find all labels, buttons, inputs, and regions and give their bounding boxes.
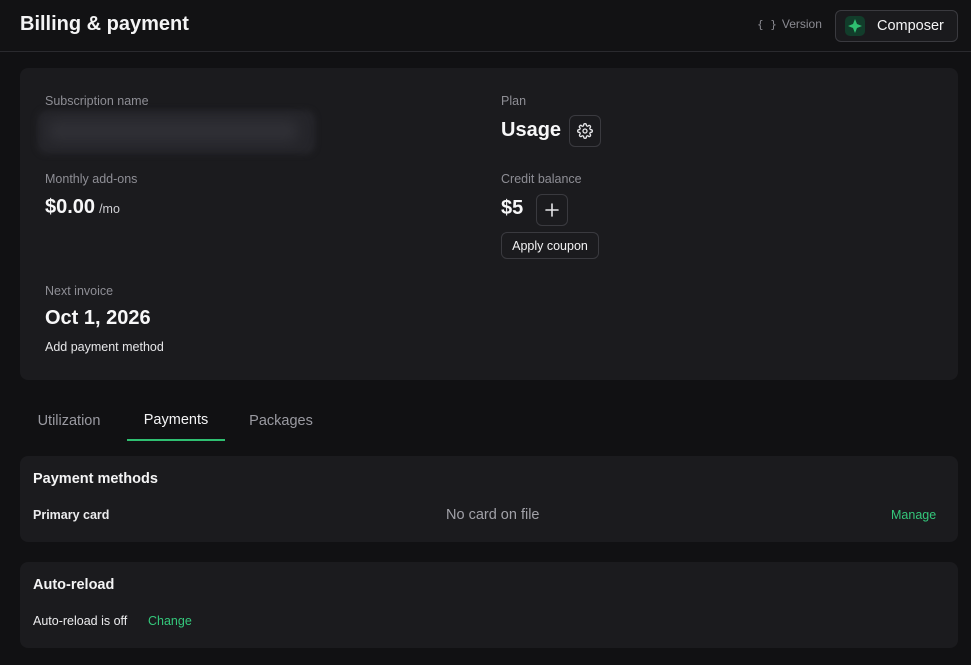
add-payment-method-link[interactable]: Add payment method xyxy=(45,340,164,354)
composer-label: Composer xyxy=(877,18,944,34)
plan-label: Plan xyxy=(501,94,527,108)
change-auto-reload-link[interactable]: Change xyxy=(148,614,192,628)
top-bar: Billing & payment { } Version Composer xyxy=(0,0,971,52)
monthly-addons-value: $0.00/mo xyxy=(45,196,120,219)
auto-reload-card: Auto-reload Auto-reload is off Change xyxy=(20,562,958,648)
tab-packages[interactable]: Packages xyxy=(232,400,330,441)
subscription-summary-card: Subscription name Monthly add-ons $0.00/… xyxy=(20,68,958,380)
credit-balance-label: Credit balance xyxy=(501,172,582,186)
next-invoice-label: Next invoice xyxy=(45,284,114,298)
version-label: Version xyxy=(781,17,822,31)
payment-methods-title: Payment methods xyxy=(33,471,158,487)
plan-settings-button[interactable] xyxy=(569,115,601,147)
tab-utilization[interactable]: Utilization xyxy=(20,400,118,441)
tab-payments[interactable]: Payments xyxy=(127,400,225,441)
apply-coupon-button[interactable]: Apply coupon xyxy=(501,232,599,259)
add-credit-button[interactable] xyxy=(536,194,568,226)
subscription-name-label: Subscription name xyxy=(45,94,149,108)
monthly-addons-label: Monthly add-ons xyxy=(45,172,138,186)
payment-methods-card: Payment methods Primary card No card on … xyxy=(20,456,958,542)
braces-icon: { } xyxy=(757,18,777,31)
page-title: Billing & payment xyxy=(20,13,189,35)
monthly-addons-amount: $0.00 xyxy=(45,196,96,218)
composer-logo-icon xyxy=(845,16,865,36)
gear-icon xyxy=(577,123,593,139)
auto-reload-title: Auto-reload xyxy=(33,577,115,593)
auto-reload-status: Auto-reload is off xyxy=(33,614,128,628)
version-link[interactable]: { } Version xyxy=(757,17,822,31)
card-status: No card on file xyxy=(446,507,540,523)
plan-value: Usage xyxy=(501,119,562,141)
manage-payment-link[interactable]: Manage xyxy=(891,508,936,522)
primary-card-label: Primary card xyxy=(33,508,110,522)
subscription-name-redacted-inner xyxy=(48,120,298,142)
credit-balance-value: $5 xyxy=(501,197,524,219)
monthly-addons-unit: /mo xyxy=(99,202,120,216)
plus-icon xyxy=(545,203,559,217)
composer-button[interactable]: Composer xyxy=(835,10,958,42)
next-invoice-date: Oct 1, 2026 xyxy=(45,307,151,329)
